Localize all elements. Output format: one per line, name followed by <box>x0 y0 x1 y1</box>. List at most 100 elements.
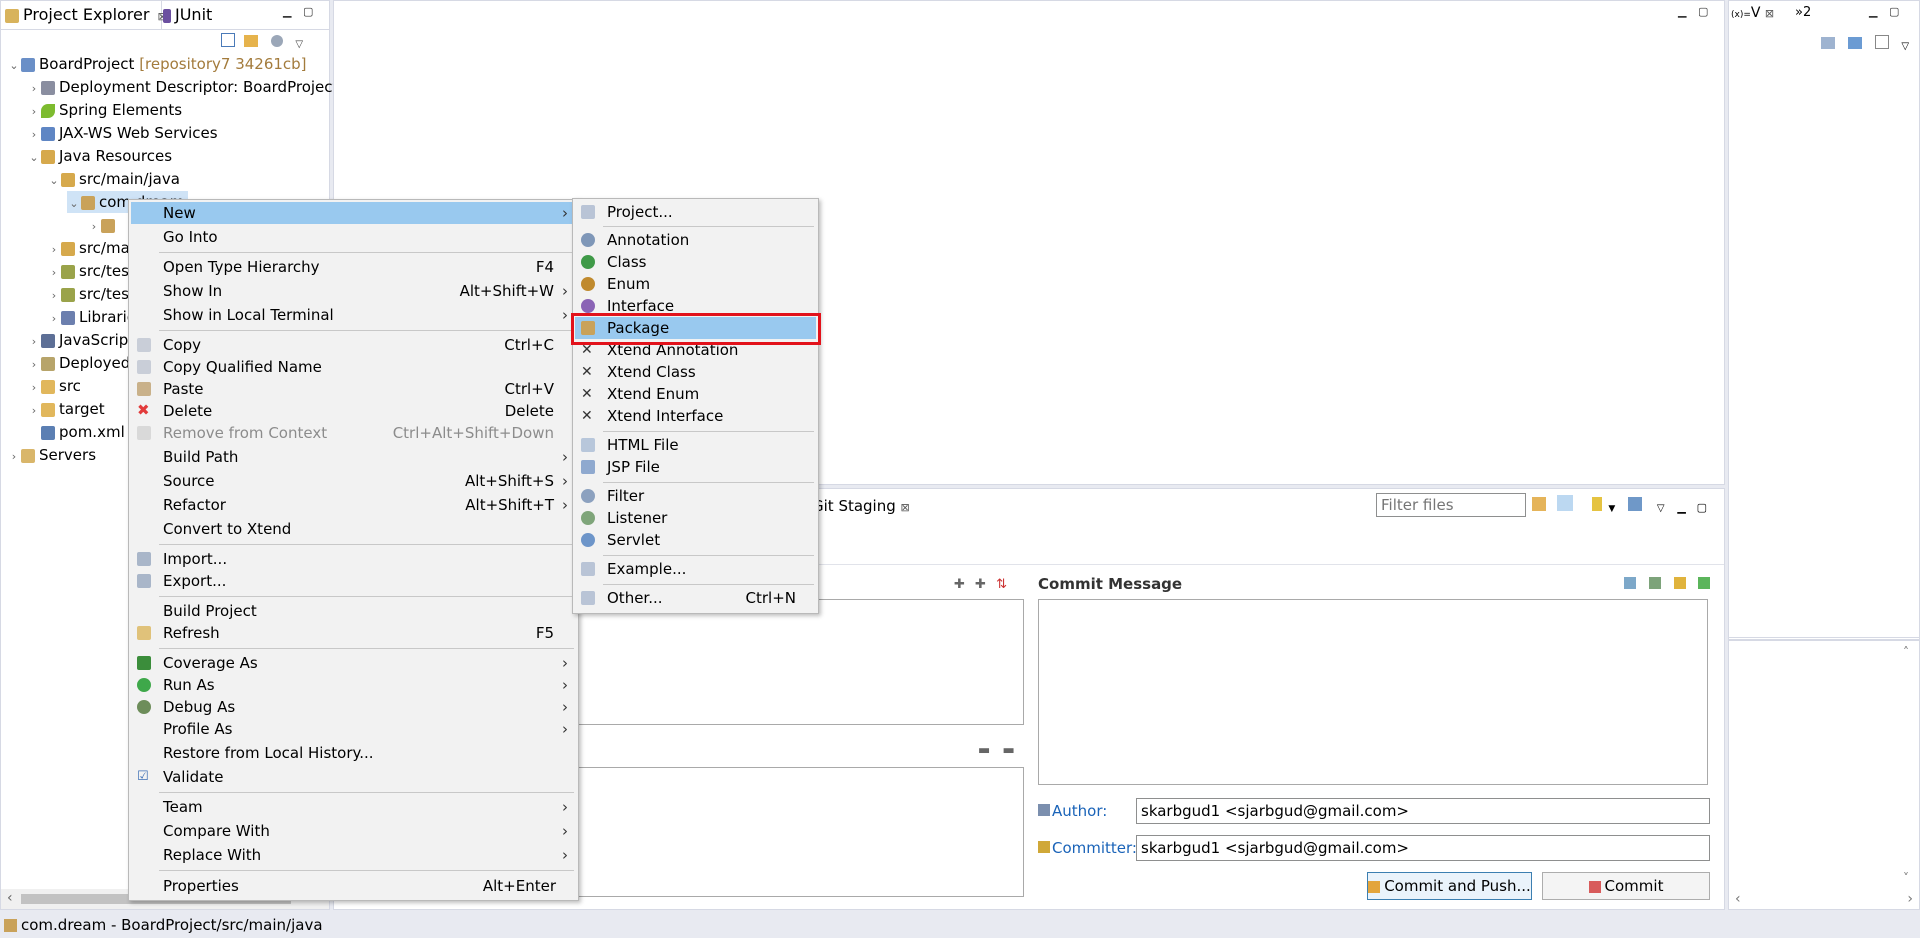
filter-files-input[interactable] <box>1376 493 1526 517</box>
collapse-arrow-icon[interactable]: ⌄ <box>47 170 61 192</box>
submenu-item-filter[interactable]: Filter <box>575 485 816 507</box>
menu-item-debug-as[interactable]: Debug As › <box>131 696 576 718</box>
gpg-sign-icon[interactable] <box>1673 577 1686 589</box>
tree-item-spring-elements[interactable]: › Spring Elements <box>27 99 182 121</box>
commit-and-push-button[interactable]: Commit and Push... <box>1367 872 1532 900</box>
author-field[interactable] <box>1136 798 1710 824</box>
tree-item-target[interactable]: › target <box>27 398 105 420</box>
submenu-item-project[interactable]: Project... <box>575 201 816 223</box>
scroll-right-icon[interactable]: › <box>1907 891 1913 907</box>
repository-icon[interactable] <box>1591 497 1602 511</box>
menu-item-show-in[interactable]: Show In Alt+Shift+W › <box>131 280 576 302</box>
maximize-icon[interactable]: ▢ <box>1697 501 1707 514</box>
menu-item-show-in-local-terminal[interactable]: Show in Local Terminal › <box>131 304 576 326</box>
menu-item-refactor[interactable]: Refactor Alt+Shift+T › <box>131 494 576 516</box>
tab-variables[interactable]: (x)=V ⊠ <box>1731 5 1774 21</box>
submenu-item-xtend-interface[interactable]: ✕ Xtend Interface <box>575 405 816 427</box>
expand-arrow-icon[interactable]: › <box>27 377 41 399</box>
menu-item-compare-with[interactable]: Compare With › <box>131 820 576 842</box>
menu-item-properties[interactable]: Properties Alt+Enter <box>131 875 576 897</box>
expand-arrow-icon[interactable]: › <box>87 216 101 238</box>
collapse-all-icon[interactable] <box>221 33 235 47</box>
collapse-all-icon[interactable] <box>1874 35 1889 49</box>
menu-item-export[interactable]: Export... <box>131 570 576 592</box>
expand-arrow-icon[interactable]: › <box>27 331 41 353</box>
submenu-item-example[interactable]: Example... <box>575 558 816 580</box>
expand-arrow-icon[interactable]: › <box>47 239 61 261</box>
expand-arrow-icon[interactable]: › <box>27 400 41 422</box>
menu-item-paste[interactable]: Paste Ctrl+V <box>131 378 576 400</box>
submenu-item-enum[interactable]: Enum <box>575 273 816 295</box>
menu-item-convert-to-xtend[interactable]: Convert to Xtend <box>131 518 576 540</box>
tab-project-explorer[interactable]: Project Explorer ⊠ <box>1 1 167 29</box>
menu-item-validate[interactable]: ☑ Validate <box>131 766 576 788</box>
vertical-scrollbar[interactable]: ˄ ˅ <box>1903 645 1917 885</box>
submenu-item-jsp-file[interactable]: JSP File <box>575 456 816 478</box>
commit-button[interactable]: Commit <box>1542 872 1710 900</box>
maximize-icon[interactable]: ▢ <box>1889 5 1899 18</box>
minimize-icon[interactable]: ▁ <box>1869 5 1877 18</box>
menu-item-replace-with[interactable]: Replace With › <box>131 844 576 866</box>
view-menu-icon[interactable]: ▽ <box>1657 503 1665 514</box>
view-menu-icon[interactable]: ▽ <box>295 39 303 50</box>
stage-all-icon[interactable]: ✚ <box>954 577 965 592</box>
collapse-arrow-icon[interactable]: ⌄ <box>27 147 41 169</box>
compare-mode-icon[interactable] <box>1556 495 1573 511</box>
submenu-item-servlet[interactable]: Servlet <box>575 529 816 551</box>
show-logical-icon[interactable] <box>1847 37 1862 49</box>
horizontal-scrollbar[interactable]: ‹ › <box>1729 891 1919 909</box>
sort-icon[interactable] <box>1532 497 1546 511</box>
menu-item-go-into[interactable]: Go Into <box>131 226 576 248</box>
focus-icon[interactable] <box>270 35 283 47</box>
change-id-icon[interactable] <box>1698 577 1711 589</box>
tree-item-boardproject[interactable]: ⌄ BoardProject [repository7 34261cb] <box>7 53 306 75</box>
tree-item-java-resources[interactable]: ⌄ Java Resources <box>27 145 172 167</box>
tree-item-servers[interactable]: › Servers <box>7 444 96 466</box>
menu-item-build-path[interactable]: Build Path › <box>131 446 576 468</box>
menu-item-remove-from-context[interactable]: Remove from Context Ctrl+Alt+Shift+Down <box>131 422 576 444</box>
signed-off-icon[interactable] <box>1648 577 1661 589</box>
view-menu-icon[interactable]: ▽ <box>1901 41 1909 52</box>
menu-item-build-project[interactable]: Build Project <box>131 600 576 622</box>
menu-item-run-as[interactable]: Run As › <box>131 674 576 696</box>
expand-arrow-icon[interactable]: › <box>47 308 61 330</box>
menu-item-profile-as[interactable]: Profile As › <box>131 718 576 740</box>
scroll-up-icon[interactable]: ˄ <box>1903 645 1909 659</box>
menu-item-import[interactable]: Import... <box>131 548 576 570</box>
submenu-item-annotation[interactable]: Annotation <box>575 229 816 251</box>
close-icon[interactable]: ⊠ <box>1765 7 1774 20</box>
expand-arrow-icon[interactable]: › <box>27 78 41 100</box>
tree-item-deployment-descriptor[interactable]: › Deployment Descriptor: BoardProject <box>27 76 339 100</box>
committer-field[interactable] <box>1136 835 1710 861</box>
tab-junit[interactable]: JUnit <box>159 1 216 29</box>
menu-item-source[interactable]: Source Alt+Shift+S › <box>131 470 576 492</box>
tab-git-staging[interactable]: Git Staging ⊠ <box>812 497 910 515</box>
tab-overflow[interactable]: »2 <box>1795 5 1811 20</box>
expand-arrow-icon[interactable]: › <box>27 101 41 123</box>
menu-item-refresh[interactable]: Refresh F5 <box>131 622 576 644</box>
submenu-item-class[interactable]: Class <box>575 251 816 273</box>
expand-arrow-icon[interactable]: › <box>27 124 41 146</box>
maximize-icon[interactable]: ▢ <box>303 5 313 18</box>
submenu-item-xtend-class[interactable]: ✕ Xtend Class <box>575 361 816 383</box>
scroll-down-icon[interactable]: ˅ <box>1903 871 1909 885</box>
maximize-icon[interactable]: ▢ <box>1698 5 1708 18</box>
menu-item-copy[interactable]: Copy Ctrl+C <box>131 334 576 356</box>
menu-item-open-type-hierarchy[interactable]: Open Type Hierarchy F4 <box>131 256 576 278</box>
menu-item-team[interactable]: Team › <box>131 796 576 818</box>
show-type-icon[interactable] <box>1821 37 1835 49</box>
dropdown-icon[interactable]: ▼ <box>1608 504 1615 514</box>
scroll-left-icon[interactable]: ‹ <box>1735 891 1741 907</box>
menu-item-copy-qualified-name[interactable]: Copy Qualified Name <box>131 356 576 378</box>
unstage-selected-icon[interactable]: ▬ <box>1002 743 1014 758</box>
menu-item-delete[interactable]: ✖ Delete Delete <box>131 400 576 422</box>
tree-item-subpackage[interactable]: › <box>87 214 119 236</box>
close-icon[interactable]: ⊠ <box>901 501 910 514</box>
submenu-item-xtend-enum[interactable]: ✕ Xtend Enum <box>575 383 816 405</box>
collapse-arrow-icon[interactable]: ⌄ <box>67 193 81 215</box>
submenu-item-listener[interactable]: Listener <box>575 507 816 529</box>
tree-item-pom-xml[interactable]: pom.xml <box>41 421 125 443</box>
scroll-left-icon[interactable]: ‹ <box>7 890 13 906</box>
minimize-icon[interactable]: ▁ <box>283 5 291 18</box>
submenu-item-html-file[interactable]: HTML File <box>575 434 816 456</box>
